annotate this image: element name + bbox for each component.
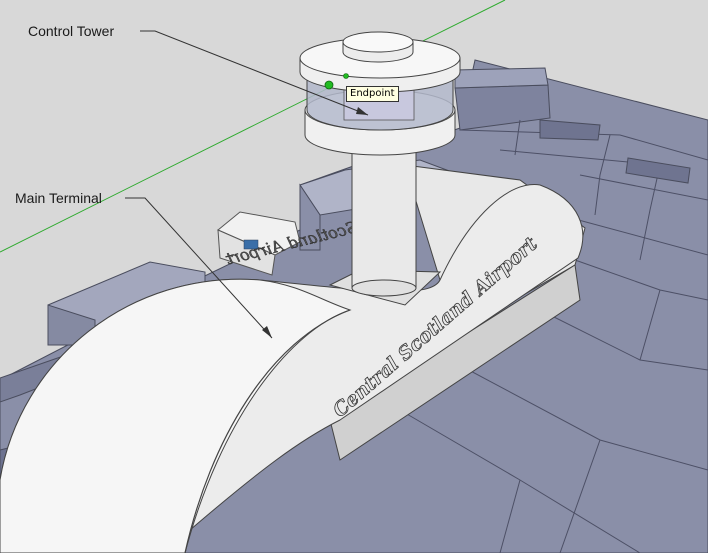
tower-cap-top: [342, 31, 414, 53]
endpoint-marker: [324, 80, 334, 90]
callout-label-control-tower[interactable]: Control Tower: [28, 23, 114, 39]
inference-tooltip: Endpoint: [346, 86, 399, 102]
callout-label-main-terminal[interactable]: Main Terminal: [15, 190, 102, 206]
endpoint-marker-small: [343, 73, 349, 79]
tower-shaft: [351, 149, 417, 289]
back-right-block-top: [454, 67, 549, 89]
model-scene[interactable]: Scotland Airport Central Scotland Airpor…: [0, 0, 708, 553]
tower-shaft-bottom: [351, 279, 417, 297]
model-viewport[interactable]: Scotland Airport Central Scotland Airpor…: [0, 0, 708, 553]
